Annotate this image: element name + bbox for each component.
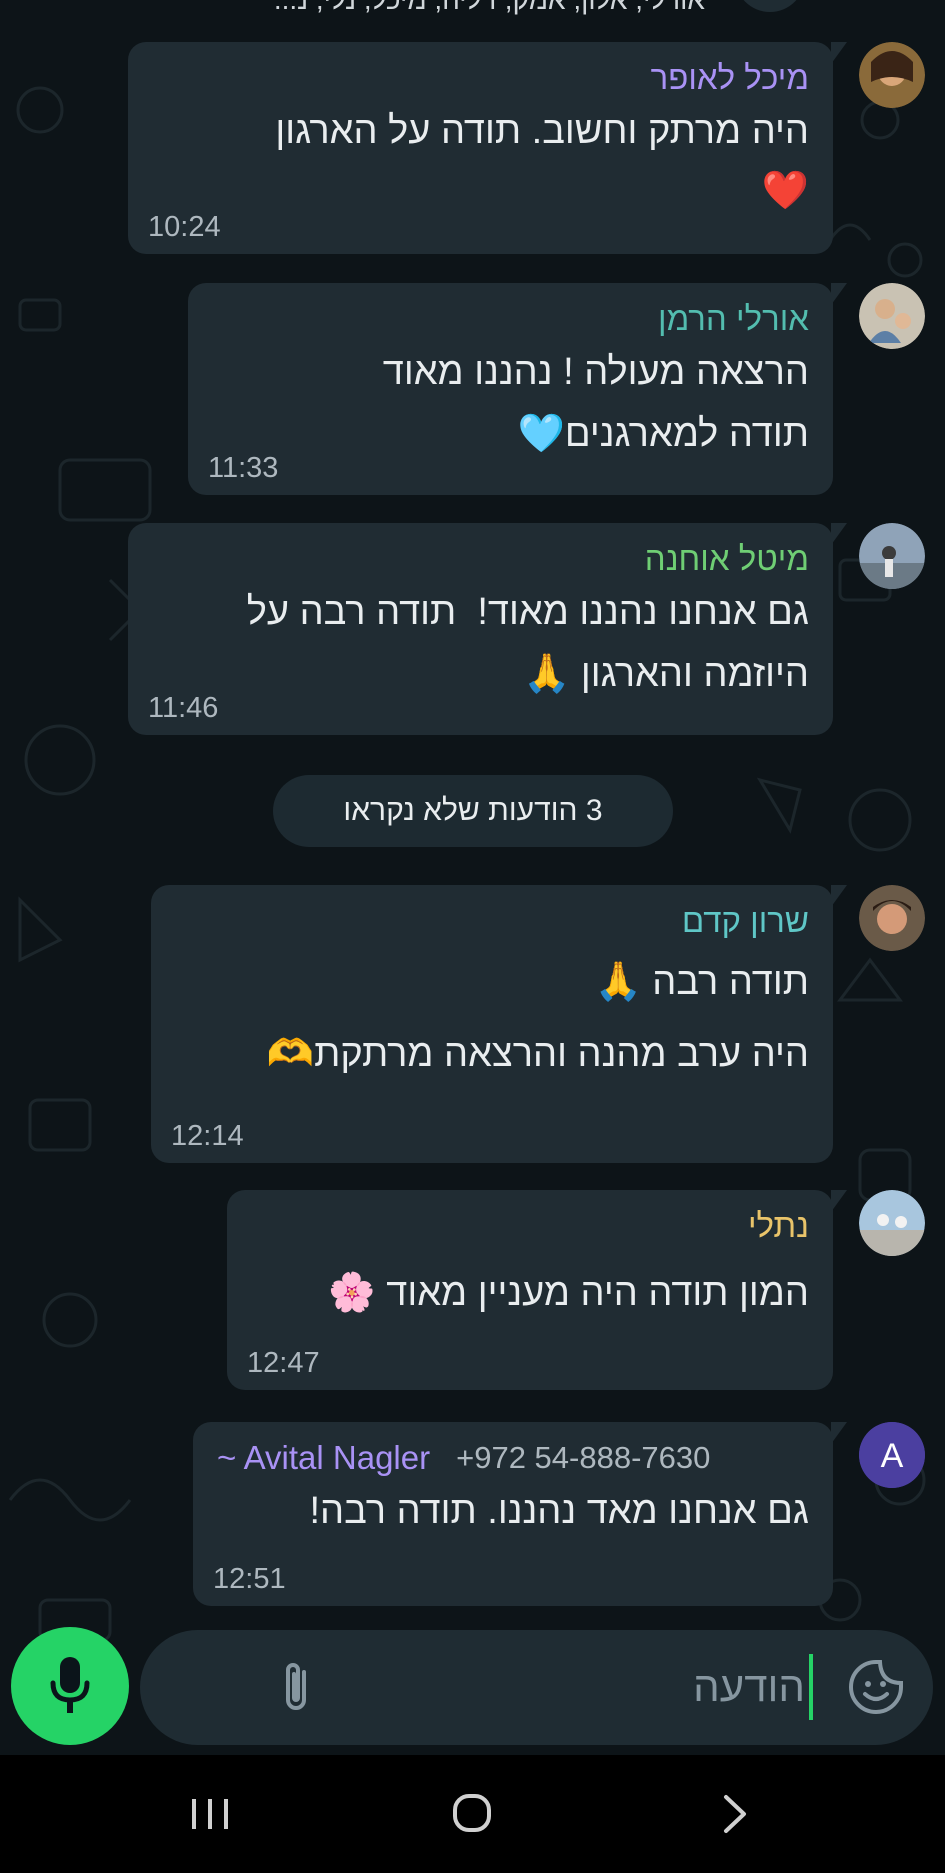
- message-text: היוזמה והארגון 🙏: [522, 653, 809, 695]
- sender-name[interactable]: שרון קדם: [175, 899, 809, 943]
- avatar[interactable]: A: [859, 1422, 925, 1488]
- participants-list: אורלי, אלון, אמק, דליה, מיכל, נלי, נ...: [274, 0, 705, 16]
- bubble-tail: [831, 42, 847, 64]
- message-text: תודה למארגנים🩵: [517, 413, 810, 455]
- bubble-tail: [831, 283, 847, 305]
- sender-name[interactable]: נתלי: [251, 1204, 809, 1248]
- message-text: היה ערב מהנה והרצאה מרתקת🫶: [266, 1033, 809, 1075]
- message-input[interactable]: הודעה: [693, 1654, 813, 1720]
- header-action-button[interactable]: [735, 0, 805, 12]
- message-bubble[interactable]: מיכל לאופר היה מרתק וחשוב. תודה על הארגו…: [128, 42, 847, 254]
- avatar[interactable]: [859, 283, 925, 349]
- sender-name[interactable]: מיכל לאופר: [152, 56, 809, 100]
- chat-header-strip[interactable]: אורלי, אלון, אמק, דליה, מיכל, נלי, נ...: [0, 0, 945, 34]
- system-navigation-bar: [0, 1755, 945, 1873]
- mic-icon: [50, 1657, 90, 1713]
- message-text: הרצאה מעולה ! נהננו מאוד: [382, 351, 809, 393]
- nav-back-button[interactable]: [678, 1755, 798, 1873]
- sender-name[interactable]: אורלי הרמן: [212, 297, 809, 341]
- message-bubble[interactable]: נתלי המון תודה היה מעניין מאוד 🌸 12:47: [227, 1190, 847, 1390]
- sender-row: ~ Avital Nagler +972 54-888-7630: [217, 1436, 809, 1480]
- mic-button[interactable]: [11, 1627, 129, 1745]
- avatar[interactable]: [859, 885, 925, 951]
- nav-home-button[interactable]: [412, 1755, 532, 1873]
- message-text: תודה רבה 🙏: [594, 961, 809, 1003]
- recents-icon: [192, 1799, 228, 1829]
- bubble-tail: [831, 1190, 847, 1212]
- message-time: 12:14: [171, 1120, 244, 1152]
- message-text: גם אנחנו נהננו מאוד! תודה רבה על: [246, 591, 809, 633]
- message-time: 11:33: [208, 452, 279, 484]
- nav-recents-button[interactable]: [150, 1755, 270, 1873]
- message-bubble[interactable]: אורלי הרמן הרצאה מעולה ! נהננו מאוד תודה…: [188, 283, 847, 495]
- message-bubble[interactable]: מיטל אוחנה גם אנחנו נהננו מאוד! תודה רבה…: [128, 523, 847, 735]
- avatar[interactable]: [859, 523, 925, 589]
- message-text: המון תודה היה מעניין מאוד 🌸: [328, 1272, 809, 1314]
- sender-phone[interactable]: +972 54-888-7630: [456, 1440, 710, 1476]
- message-text: היה מרתק וחשוב. תודה על הארגון: [275, 110, 809, 152]
- message-time: 12:51: [213, 1563, 286, 1595]
- bubble-tail: [831, 1422, 847, 1444]
- message-time: 11:46: [148, 692, 219, 724]
- bubble-tail: [831, 523, 847, 545]
- unread-messages-separator: 3 הודעות שלא נקראו: [273, 775, 673, 847]
- sender-name[interactable]: ~ Avital Nagler: [217, 1436, 430, 1480]
- message-time: 10:24: [148, 211, 221, 243]
- message-time: 12:47: [247, 1347, 320, 1379]
- message-bubble[interactable]: ~ Avital Nagler +972 54-888-7630 גם אנחנ…: [193, 1422, 847, 1606]
- avatar-letter: A: [881, 1437, 904, 1475]
- sticker-icon[interactable]: [847, 1658, 905, 1716]
- back-icon: [724, 1795, 746, 1833]
- paperclip-icon[interactable]: [280, 1660, 314, 1714]
- message-text: גם אנחנו מאד נהננו. תודה רבה!: [309, 1490, 809, 1532]
- avatar[interactable]: [859, 42, 925, 108]
- message-composer: הודעה: [140, 1630, 933, 1745]
- home-icon: [453, 1794, 491, 1832]
- message-bubble[interactable]: שרון קדם תודה רבה 🙏 היה ערב מהנה והרצאה …: [151, 885, 847, 1163]
- sender-name[interactable]: מיטל אוחנה: [152, 537, 809, 581]
- avatar[interactable]: [859, 1190, 925, 1256]
- message-text: ❤️: [761, 170, 809, 212]
- bubble-tail: [831, 885, 847, 907]
